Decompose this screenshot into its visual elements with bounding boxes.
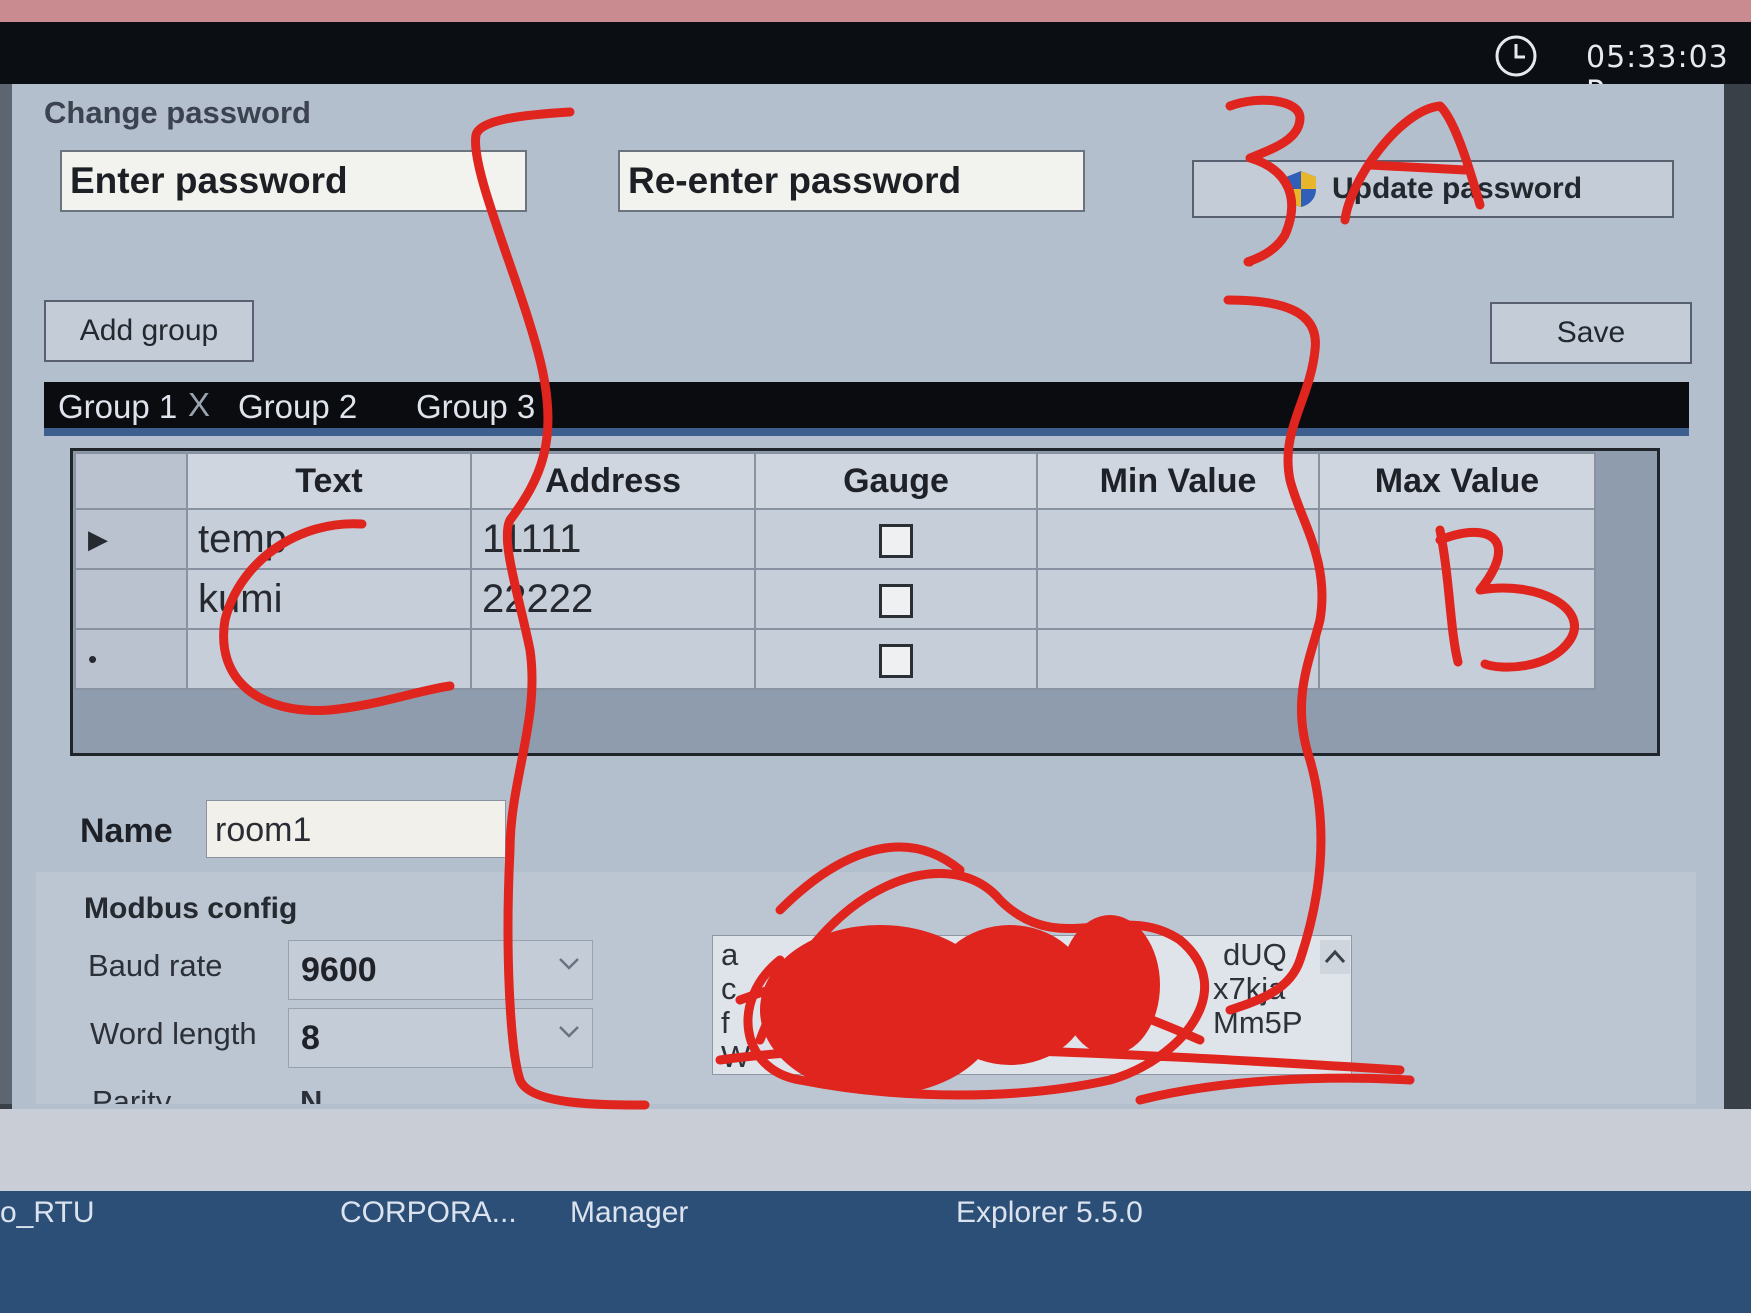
column-header-min-value[interactable]: Min Value bbox=[1036, 452, 1320, 510]
cell-address[interactable] bbox=[470, 628, 756, 690]
cell-text[interactable]: kumi bbox=[186, 568, 472, 630]
word-length-label: Word length bbox=[90, 1016, 257, 1051]
chevron-down-icon bbox=[559, 1026, 579, 1038]
chevron-down-icon bbox=[559, 958, 579, 970]
enter-password-input[interactable]: Enter password bbox=[60, 150, 527, 212]
left-edge bbox=[0, 84, 12, 1104]
cell-max-value[interactable] bbox=[1318, 508, 1596, 570]
table-row-new[interactable]: • bbox=[74, 628, 1596, 690]
taskbar-item[interactable]: o_RTU bbox=[0, 1196, 94, 1230]
cell-text[interactable] bbox=[186, 628, 472, 690]
tab-close-icon[interactable]: X bbox=[188, 386, 210, 424]
window-title-strip bbox=[0, 0, 1751, 22]
update-password-button[interactable]: Update password bbox=[1192, 160, 1674, 218]
add-group-button[interactable]: Add group bbox=[44, 300, 254, 362]
taskbar-item[interactable]: CORPORA... bbox=[340, 1196, 517, 1230]
group-name-label: Name bbox=[80, 812, 173, 850]
column-header-max-value[interactable]: Max Value bbox=[1318, 452, 1596, 510]
cell-min-value[interactable] bbox=[1036, 628, 1320, 690]
cell-address[interactable]: 22222 bbox=[470, 568, 756, 630]
save-button[interactable]: Save bbox=[1490, 302, 1692, 364]
cell-text[interactable]: temp bbox=[186, 508, 472, 570]
cell-max-value[interactable] bbox=[1318, 628, 1596, 690]
cell-address[interactable]: 11111 bbox=[470, 508, 756, 570]
parity-label: Parity bbox=[92, 1084, 172, 1104]
clock-icon bbox=[1495, 35, 1537, 77]
tab-underline bbox=[44, 428, 1689, 436]
baud-rate-label: Baud rate bbox=[88, 948, 223, 983]
reenter-password-input[interactable]: Re-enter password bbox=[618, 150, 1085, 212]
cell-gauge[interactable] bbox=[754, 628, 1038, 690]
tab-group-2[interactable]: Group 2 bbox=[238, 388, 357, 426]
gauge-checkbox[interactable] bbox=[879, 523, 913, 558]
row-marker[interactable]: ▶ bbox=[74, 508, 188, 570]
uac-shield-icon bbox=[1285, 171, 1316, 207]
baud-rate-select[interactable]: 9600 bbox=[288, 940, 593, 1000]
cell-min-value[interactable] bbox=[1036, 508, 1320, 570]
key-line-right: x7kja bbox=[1213, 971, 1286, 1006]
key-line-right: Mm5P bbox=[1213, 1005, 1303, 1040]
key-line-right: dUQ bbox=[1223, 937, 1287, 972]
word-length-select[interactable]: 8 bbox=[288, 1008, 593, 1068]
table-row[interactable]: ▶ temp 11111 bbox=[74, 508, 1596, 570]
top-status-bar bbox=[0, 22, 1751, 84]
update-password-label: Update password bbox=[1331, 172, 1583, 205]
data-grid[interactable]: Text Address Gauge Min Value Max Value ▶… bbox=[74, 452, 1596, 690]
gauge-checkbox[interactable] bbox=[879, 643, 913, 678]
row-marker[interactable]: • bbox=[74, 628, 188, 690]
grid-header-row: Text Address Gauge Min Value Max Value bbox=[74, 452, 1596, 510]
window-bottom-strip bbox=[0, 1109, 1751, 1191]
taskbar-item[interactable]: Manager bbox=[570, 1196, 688, 1230]
cell-max-value[interactable] bbox=[1318, 568, 1596, 630]
parity-row-clip: Parity N bbox=[36, 1082, 676, 1104]
taskbar bbox=[0, 1191, 1751, 1313]
modbus-config-title: Modbus config bbox=[84, 892, 298, 925]
key-text-area[interactable]: a c f W dUQ x7kja Mm5P bbox=[712, 935, 1352, 1075]
cell-gauge[interactable] bbox=[754, 508, 1038, 570]
scroll-up-icon[interactable] bbox=[1320, 940, 1350, 974]
row-marker[interactable] bbox=[74, 568, 188, 630]
cell-min-value[interactable] bbox=[1036, 568, 1320, 630]
key-line: W bbox=[721, 1039, 751, 1074]
tab-group-1[interactable]: Group 1 bbox=[58, 388, 177, 426]
group-name-input[interactable]: room1 bbox=[206, 800, 506, 858]
parity-value[interactable]: N bbox=[300, 1084, 322, 1104]
taskbar-item[interactable]: Explorer 5.5.0 bbox=[956, 1196, 1143, 1230]
change-password-title: Change password bbox=[44, 95, 311, 130]
column-header-address[interactable]: Address bbox=[470, 452, 756, 510]
baud-rate-value: 9600 bbox=[301, 951, 377, 989]
tab-group-3[interactable]: Group 3 bbox=[416, 388, 535, 426]
word-length-value: 8 bbox=[301, 1019, 320, 1057]
cell-gauge[interactable] bbox=[754, 568, 1038, 630]
row-header-corner bbox=[74, 452, 188, 510]
column-header-gauge[interactable]: Gauge bbox=[754, 452, 1038, 510]
table-row[interactable]: kumi 22222 bbox=[74, 568, 1596, 630]
gauge-checkbox[interactable] bbox=[879, 583, 913, 618]
column-header-text[interactable]: Text bbox=[186, 452, 472, 510]
